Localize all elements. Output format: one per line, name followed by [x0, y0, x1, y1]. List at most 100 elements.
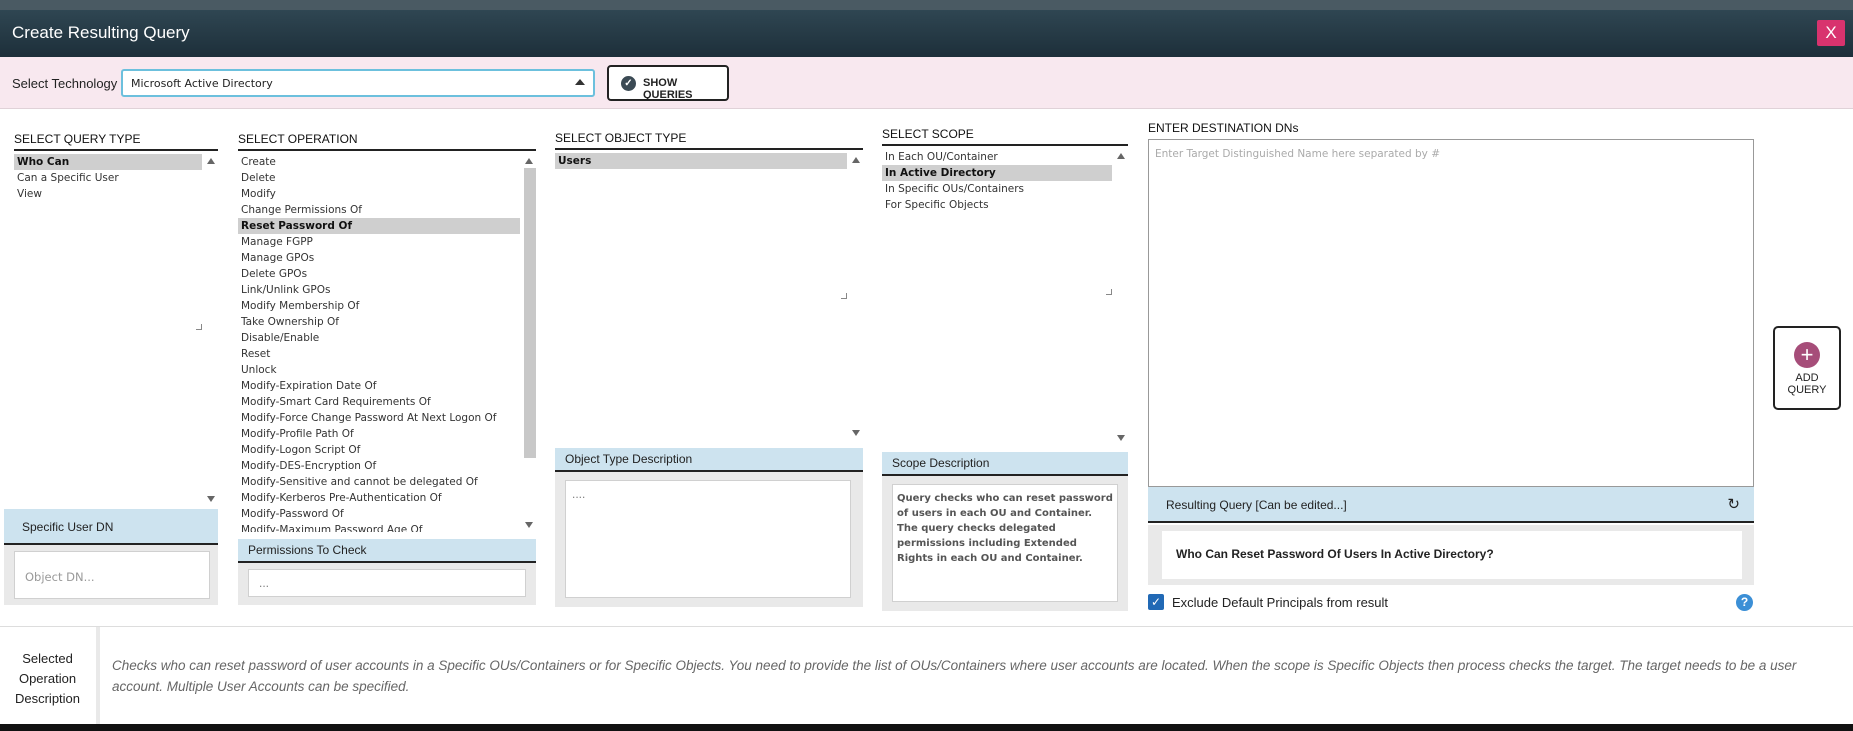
scope-item[interactable]: For Specific Objects: [882, 197, 1112, 213]
chevron-up-icon: [575, 79, 585, 85]
operation-item[interactable]: Manage GPOs: [238, 250, 520, 266]
scope-item-items: In Each OU/Container In Active Directory I…: [882, 149, 1112, 213]
object-type-scrollbar[interactable]: [849, 153, 863, 440]
destination-dn-input[interactable]: Enter Target Distinguished Name here sep…: [1148, 139, 1754, 487]
show-queries-button[interactable]: ✓ SHOW QUERIES: [607, 65, 729, 101]
refresh-icon[interactable]: ↻: [1727, 487, 1740, 523]
operation-item[interactable]: Link/Unlink GPOs: [238, 282, 520, 298]
add-query-button[interactable]: + ADD QUERY: [1773, 326, 1841, 410]
divider: [96, 627, 100, 725]
operation-item[interactable]: Reset: [238, 346, 520, 362]
resulting-query-panel: Who Can Reset Password Of Users In Activ…: [1148, 525, 1754, 585]
scroll-up-icon[interactable]: [525, 158, 533, 164]
scroll-down-icon[interactable]: [207, 496, 215, 502]
object-type-description-heading: Object Type Description: [555, 448, 863, 472]
object-type-list[interactable]: Users: [555, 153, 863, 440]
scroll-thumb[interactable]: [524, 168, 536, 458]
resulting-query-text[interactable]: Who Can Reset Password Of Users In Activ…: [1162, 531, 1742, 579]
query-type-list[interactable]: Who Can Can a Specific User View: [14, 154, 218, 506]
show-queries-label: SHOW QUERIES: [643, 77, 693, 101]
operation-item[interactable]: Reset Password Of: [238, 218, 520, 234]
query-type-item[interactable]: Can a Specific User: [14, 170, 202, 186]
query-type-heading: SELECT QUERY TYPE: [14, 132, 218, 151]
query-type-item[interactable]: Who Can: [14, 154, 202, 170]
scope-description-panel: Query checks who can reset password of u…: [882, 476, 1128, 611]
scroll-up-icon[interactable]: [1117, 153, 1125, 159]
operation-item[interactable]: Modify-Force Change Password At Next Log…: [238, 410, 520, 426]
exclude-label: Exclude Default Principals from result: [1172, 595, 1389, 610]
destination-heading: ENTER DESTINATION DNs: [1148, 121, 1299, 135]
permissions-panel: ...: [238, 563, 536, 605]
technology-select-value: Microsoft Active Directory: [131, 77, 273, 90]
add-query-line1: ADD: [1795, 372, 1819, 384]
scope-item[interactable]: In Active Directory: [882, 165, 1112, 181]
label-line: Operation: [18, 671, 77, 686]
help-icon[interactable]: ?: [1736, 594, 1753, 611]
select-technology-label: Select Technology: [12, 76, 118, 91]
resize-handle-icon[interactable]: [841, 293, 847, 299]
technology-select[interactable]: Microsoft Active Directory: [121, 69, 595, 97]
operation-item[interactable]: Create: [238, 154, 520, 170]
top-strip: [0, 0, 1853, 10]
operation-item[interactable]: Modify-Password Of: [238, 506, 520, 522]
exclude-checkbox[interactable]: ✓: [1148, 594, 1164, 610]
operation-item[interactable]: Modify Membership Of: [238, 298, 520, 314]
specific-user-dn-input[interactable]: Object DN...: [14, 551, 210, 599]
scroll-up-icon[interactable]: [852, 157, 860, 163]
scroll-up-icon[interactable]: [207, 158, 215, 164]
operation-item[interactable]: Modify-Smart Card Requirements Of: [238, 394, 520, 410]
operation-item[interactable]: Modify-Sensitive and cannot be delegated…: [238, 474, 520, 490]
operation-item[interactable]: Modify-Logon Script Of: [238, 442, 520, 458]
query-type-item[interactable]: View: [14, 186, 202, 202]
object-type-item-items: Users: [555, 153, 847, 169]
scope-description-heading: Scope Description: [882, 452, 1128, 476]
operation-item[interactable]: Delete: [238, 170, 520, 186]
operation-item[interactable]: Modify: [238, 186, 520, 202]
close-button[interactable]: X: [1817, 20, 1845, 46]
scroll-down-icon[interactable]: [525, 522, 533, 528]
operation-item[interactable]: Modify-DES-Encryption Of: [238, 458, 520, 474]
operation-list[interactable]: Create Delete Modify Change Permissions Of R…: [238, 154, 536, 532]
operation-description-text: Checks who can reset password of user ac…: [112, 658, 1797, 694]
scope-scrollbar[interactable]: [1114, 149, 1128, 445]
add-query-line2: QUERY: [1787, 384, 1827, 396]
check-circle-icon: ✓: [621, 76, 636, 91]
scope-item[interactable]: In Specific OUs/Containers: [882, 181, 1112, 197]
operation-item[interactable]: Modify-Profile Path Of: [238, 426, 520, 442]
scope-list[interactable]: In Each OU/Container In Active Directory I…: [882, 149, 1128, 445]
resize-handle-icon[interactable]: [196, 324, 202, 330]
dialog-title: Create Resulting Query: [12, 23, 190, 42]
operation-description-section: Selected Operation Description Checks wh…: [0, 626, 1853, 725]
query-type-scrollbar[interactable]: [204, 154, 218, 506]
permissions-input[interactable]: ...: [248, 569, 526, 597]
operation-item[interactable]: Disable/Enable: [238, 330, 520, 346]
query-type-item-items: Who Can Can a Specific User View: [14, 154, 202, 202]
operation-item[interactable]: Unlock: [238, 362, 520, 378]
object-type-description-panel: ....: [555, 472, 863, 607]
operation-heading: SELECT OPERATION: [238, 132, 536, 151]
operation-item[interactable]: Modify-Maximum Password Age Of: [238, 522, 520, 532]
plus-icon: +: [1794, 342, 1820, 368]
resulting-query-header: Resulting Query [Can be edited...] ↻: [1148, 487, 1754, 523]
technology-bar: Select Technology Microsoft Active Direc…: [0, 57, 1853, 109]
operation-item[interactable]: Modify-Expiration Date Of: [238, 378, 520, 394]
operation-item[interactable]: Delete GPOs: [238, 266, 520, 282]
scope-description-text: Query checks who can reset password of u…: [892, 484, 1118, 602]
operation-item[interactable]: Modify-Kerberos Pre-Authentication Of: [238, 490, 520, 506]
operation-item[interactable]: Change Permissions Of: [238, 202, 520, 218]
operation-item-items: Create Delete Modify Change Permissions Of R…: [238, 154, 520, 532]
object-type-item[interactable]: Users: [555, 153, 847, 169]
object-type-heading: SELECT OBJECT TYPE: [555, 131, 863, 150]
scope-item[interactable]: In Each OU/Container: [882, 149, 1112, 165]
operation-item[interactable]: Take Ownership Of: [238, 314, 520, 330]
label-line: Selected: [22, 651, 73, 666]
permissions-heading: Permissions To Check: [238, 539, 536, 563]
resize-handle-icon[interactable]: [1106, 289, 1112, 295]
resulting-query-heading: Resulting Query [Can be edited...]: [1166, 498, 1347, 512]
operation-item[interactable]: Manage FGPP: [238, 234, 520, 250]
scroll-down-icon[interactable]: [852, 430, 860, 436]
scroll-down-icon[interactable]: [1117, 435, 1125, 441]
dialog-title-bar: Create Resulting Query X: [0, 10, 1853, 57]
scope-heading: SELECT SCOPE: [882, 127, 1128, 146]
operation-scrollbar[interactable]: [522, 154, 536, 532]
